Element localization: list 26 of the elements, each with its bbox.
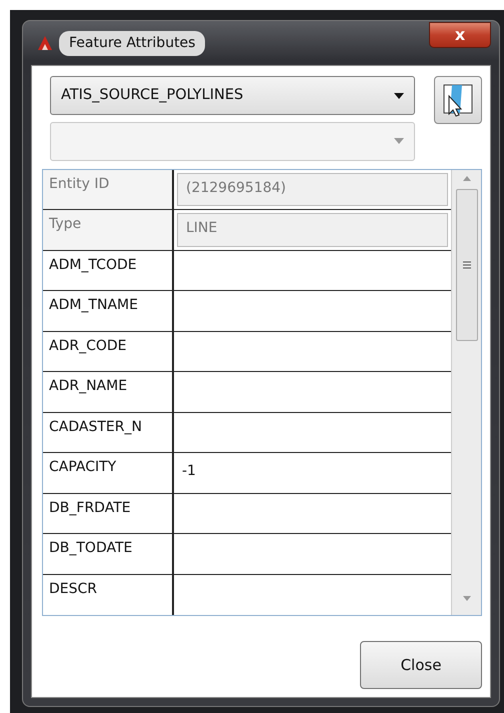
close-button[interactable]: Close [360,641,482,689]
select-object-button[interactable] [434,76,482,124]
close-button[interactable]: x [429,22,491,48]
attribute-name: ADR_NAME [43,372,174,412]
grip-icon [462,261,470,269]
app-logo-icon [37,35,53,51]
caret-icon [394,138,404,144]
attribute-name: ADM_TCODE [43,250,174,290]
window-title: Feature Attributes [59,30,206,56]
layer-dropdown[interactable]: ATIS_SOURCE_POLYLINES [50,76,414,115]
scroll-down-icon[interactable] [462,596,470,601]
attribute-value-field[interactable]: -1 [174,453,451,492]
attribute-name: ADM_TNAME [43,291,174,330]
attribute-name: DB_FRDATE [43,494,174,533]
scroll-up-icon[interactable] [462,176,470,181]
attribute-name: DB_TODATE [43,534,174,574]
attribute-name: Type [43,210,174,250]
attribute-name: Entity ID [43,170,174,209]
attribute-name: DESCR [43,574,174,615]
attribute-value-field[interactable]: LINE [177,213,448,246]
attribute-name: ADR_CODE [43,332,174,371]
attribute-value-field[interactable]: (2129695184) [177,172,448,206]
scrollbar[interactable] [451,170,481,615]
attribute-name: CAPACITY [43,453,174,492]
attribute-name: CADASTER_N [43,412,174,452]
caret-icon [394,92,404,98]
